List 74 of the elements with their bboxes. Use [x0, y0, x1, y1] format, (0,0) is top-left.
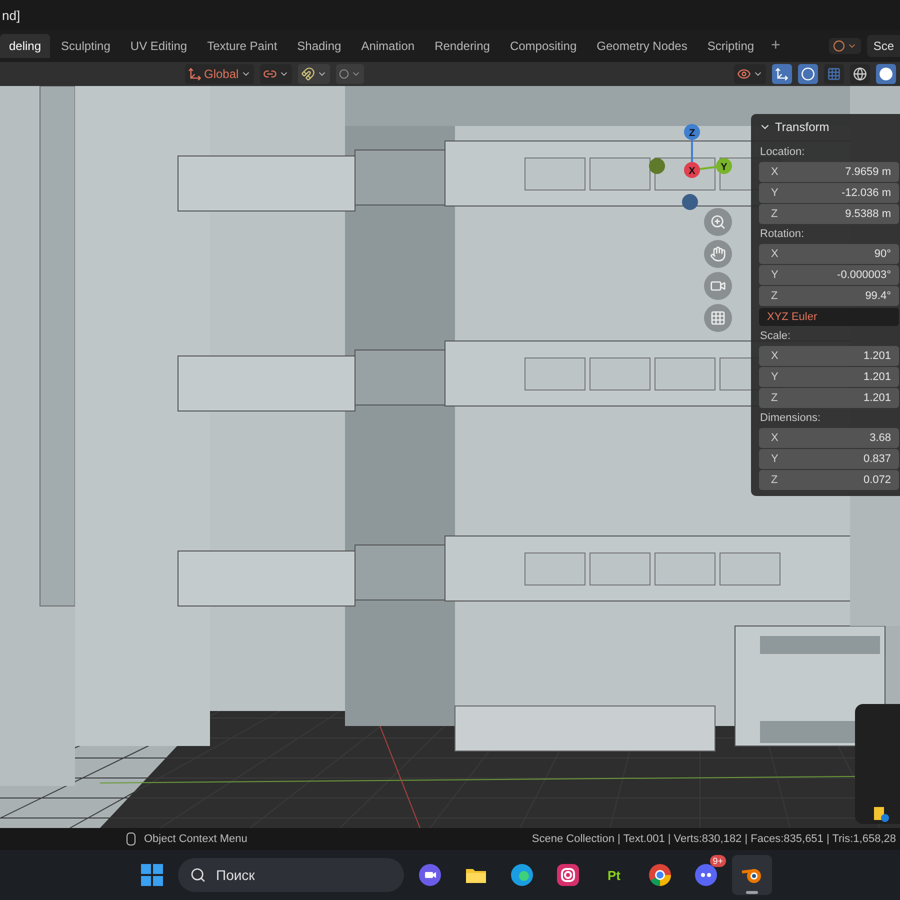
workspace-tab[interactable]: UV Editing — [121, 34, 196, 58]
gizmo-toggle-button[interactable] — [772, 64, 792, 84]
section-label: Rotation: — [760, 228, 806, 240]
globe-icon — [853, 67, 867, 81]
value-field[interactable]: X 1.201 — [759, 346, 899, 366]
snap-toggle-button[interactable] — [298, 64, 330, 84]
value-field[interactable]: Z 0.072 — [759, 470, 899, 490]
overlay-toggle-button[interactable] — [798, 64, 818, 84]
taskbar-search-field[interactable]: Поиск — [178, 858, 404, 892]
rotation-mode-dropdown[interactable]: XYZ Euler — [759, 308, 899, 326]
scene-icon — [833, 40, 846, 52]
add-workspace-button[interactable]: + — [765, 37, 786, 55]
workspace-tab[interactable]: Scripting — [698, 34, 764, 58]
hand-icon — [710, 246, 726, 262]
value-field[interactable]: Y -12.036 m — [759, 183, 899, 203]
value-field[interactable]: X 90° — [759, 244, 899, 264]
magnet-icon — [300, 67, 315, 81]
section-label: Dimensions: — [760, 412, 822, 424]
scene-statistics: Scene Collection | Text.001 | Verts:830,182 | Faces:835,651 | Tris:1,658,28 — [532, 833, 896, 845]
scene-selector-button[interactable] — [829, 38, 862, 54]
sphere-icon — [879, 67, 893, 81]
pt-app-icon: Pt — [608, 868, 620, 882]
mouse-icon — [126, 832, 136, 846]
window-title: nd] — [2, 8, 20, 22]
visibility-dropdown[interactable] — [734, 64, 766, 84]
cloud-folder-icon — [873, 806, 889, 822]
value-field[interactable]: Y 1.201 — [759, 367, 899, 387]
workspace-tab[interactable]: Rendering — [426, 34, 499, 58]
camera-app-icon — [555, 862, 581, 888]
value-field[interactable]: Z 1.201 — [759, 388, 899, 408]
workspace-tab[interactable]: Shading — [288, 34, 350, 58]
value-field[interactable]: Z 9.5388 m — [759, 204, 899, 224]
value-field[interactable]: Z 99.4° — [759, 286, 899, 306]
axes-icon — [188, 67, 202, 81]
workspace-tab[interactable]: Animation — [352, 34, 424, 58]
circle-icon — [338, 69, 349, 79]
grid-icon — [827, 67, 841, 81]
value-field[interactable]: X 3.68 — [759, 428, 899, 448]
workspace-tab[interactable]: Sculpting — [52, 34, 120, 58]
section-label: Scale: — [760, 330, 792, 342]
workspace-tab[interactable]: Compositing — [500, 34, 586, 58]
taskbar-app-button[interactable]: Pt — [594, 855, 634, 895]
video-chat-icon — [417, 862, 443, 888]
axis-label: Z — [688, 128, 696, 139]
workspace-tab[interactable]: Texture Paint — [198, 34, 286, 58]
proportional-edit-button[interactable] — [336, 64, 364, 84]
section-label: Location: — [760, 146, 806, 158]
pivot-point-dropdown[interactable] — [260, 64, 292, 84]
grid-icon — [710, 310, 726, 326]
circle-icon — [801, 67, 815, 81]
eye-icon — [737, 67, 751, 81]
search-input[interactable]: Поиск — [214, 866, 368, 884]
status-hint: Object Context Menu — [144, 833, 248, 845]
transform-orientation-dropdown[interactable]: Global — [185, 64, 254, 84]
workspace-tab[interactable]: deling — [0, 34, 50, 58]
scene-name-field[interactable]: Sce — [867, 35, 900, 57]
axes-icon — [775, 67, 789, 81]
search-icon — [190, 867, 206, 883]
windows-logo-icon — [141, 864, 163, 886]
value-field[interactable]: Y 0.837 — [759, 449, 899, 469]
transform-panel-header[interactable]: Transform — [759, 118, 830, 142]
axis-label: X — [688, 166, 696, 177]
zoom-icon — [710, 214, 726, 230]
axis-label: Y — [720, 162, 728, 173]
workspace-tab[interactable]: Geometry Nodes — [588, 34, 696, 58]
value-field[interactable]: Y -0.000003° — [759, 265, 899, 285]
notification-count: 9+ — [710, 855, 726, 867]
chrome-icon — [647, 862, 673, 888]
solid-shading-button[interactable] — [876, 64, 896, 84]
value-field[interactable]: X 7.9659 m — [759, 162, 899, 182]
taskbar-app-button[interactable]: 9+ — [686, 855, 726, 895]
xray-toggle-button[interactable] — [824, 64, 844, 84]
wireframe-shading-button[interactable] — [850, 64, 870, 84]
edge-browser-icon — [509, 862, 535, 888]
